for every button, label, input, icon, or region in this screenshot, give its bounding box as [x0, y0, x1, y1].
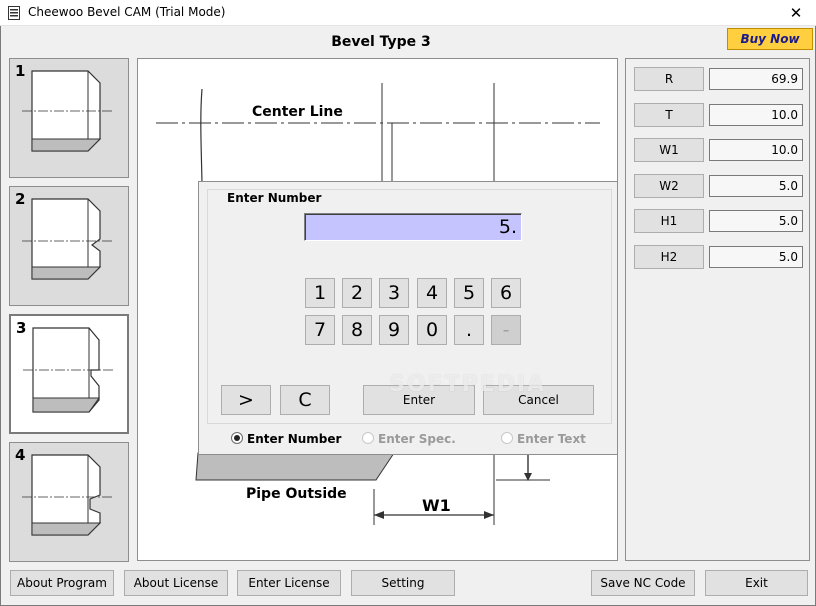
enter-number-group: Enter Number 5. 1 2 3 4 5 6 7 8 9 0 . - …	[207, 189, 612, 424]
key-3-button[interactable]: 3	[379, 278, 409, 308]
mode-enter-spec-radio[interactable]: Enter Spec.	[362, 432, 456, 446]
bevel-type-2-number: 2	[15, 190, 26, 208]
mode-enter-text-label: Enter Text	[517, 432, 586, 446]
bevel-type-1-tile[interactable]: 1	[9, 58, 129, 178]
key-minus-button[interactable]: -	[491, 315, 521, 345]
param-h1-button[interactable]: H1	[634, 209, 704, 233]
key-8-button[interactable]: 8	[342, 315, 372, 345]
param-h2-button[interactable]: H2	[634, 245, 704, 269]
close-icon[interactable]: ✕	[776, 0, 816, 26]
param-t-value[interactable]: 10.0	[709, 104, 803, 126]
param-h2-value[interactable]: 5.0	[709, 246, 803, 268]
about-license-button[interactable]: About License	[124, 570, 228, 596]
bevel-type-2-icon	[22, 198, 114, 280]
bevel-type-title: Bevel Type 3	[331, 34, 431, 50]
save-nc-code-button[interactable]: Save NC Code	[591, 570, 695, 596]
title-bar: Cheewoo Bevel CAM (Trial Mode) ✕	[0, 0, 816, 26]
clear-button[interactable]: C	[280, 385, 330, 415]
about-program-button[interactable]: About Program	[10, 570, 114, 596]
bevel-type-3-tile[interactable]: 3	[9, 314, 129, 434]
key-1-button[interactable]: 1	[305, 278, 335, 308]
bevel-type-4-tile[interactable]: 4	[9, 442, 129, 562]
parameter-panel: R 69.9 T 10.0 W1 10.0 W2 5.0 H1 5.0 H2 5…	[625, 58, 810, 561]
bevel-type-3-number: 3	[16, 319, 27, 337]
key-2-button[interactable]: 2	[342, 278, 372, 308]
key-4-button[interactable]: 4	[417, 278, 447, 308]
bevel-type-1-icon	[22, 70, 114, 152]
key-6-button[interactable]: 6	[491, 278, 521, 308]
param-h1-value[interactable]: 5.0	[709, 210, 803, 232]
radio-unselected-icon	[501, 432, 513, 444]
key-5-button[interactable]: 5	[454, 278, 484, 308]
bevel-type-1-number: 1	[15, 62, 26, 80]
bevel-type-4-number: 4	[15, 446, 26, 464]
bevel-drawing-area: Center Line Pipe Outside W1 Enter Number…	[137, 58, 618, 561]
app-document-icon	[8, 6, 20, 20]
w1-dimension-label: W1	[422, 496, 451, 515]
number-display: 5.	[304, 213, 522, 241]
param-w2-button[interactable]: W2	[634, 174, 704, 198]
param-w1-value[interactable]: 10.0	[709, 139, 803, 161]
key-decimal-button[interactable]: .	[454, 315, 484, 345]
mode-enter-text-radio[interactable]: Enter Text	[501, 432, 586, 446]
cancel-button[interactable]: Cancel	[483, 385, 594, 415]
exit-button[interactable]: Exit	[705, 570, 808, 596]
param-w2-value[interactable]: 5.0	[709, 175, 803, 197]
bevel-type-4-icon	[22, 454, 114, 536]
window-title: Cheewoo Bevel CAM (Trial Mode)	[28, 5, 226, 19]
param-r-button[interactable]: R	[634, 67, 704, 91]
mode-enter-spec-label: Enter Spec.	[378, 432, 456, 446]
enter-button[interactable]: Enter	[363, 385, 475, 415]
bevel-type-3-icon	[23, 327, 115, 413]
param-t-button[interactable]: T	[634, 103, 704, 127]
pipe-outside-label: Pipe Outside	[246, 486, 347, 502]
radio-selected-icon	[231, 432, 243, 444]
center-line-label: Center Line	[252, 104, 343, 120]
key-0-button[interactable]: 0	[417, 315, 447, 345]
key-7-button[interactable]: 7	[305, 315, 335, 345]
mode-enter-number-label: Enter Number	[247, 432, 342, 446]
enter-number-dialog: Enter Number 5. 1 2 3 4 5 6 7 8 9 0 . - …	[198, 181, 617, 455]
bevel-type-2-tile[interactable]: 2	[9, 186, 129, 306]
mode-enter-number-radio[interactable]: Enter Number	[231, 432, 341, 446]
param-r-value[interactable]: 69.9	[709, 68, 803, 90]
enter-license-button[interactable]: Enter License	[237, 570, 341, 596]
radio-unselected-icon	[362, 432, 374, 444]
enter-number-group-title: Enter Number	[224, 191, 325, 205]
setting-button[interactable]: Setting	[351, 570, 455, 596]
key-9-button[interactable]: 9	[379, 315, 409, 345]
next-button[interactable]: >	[221, 385, 271, 415]
param-w1-button[interactable]: W1	[634, 138, 704, 162]
main-window: Bevel Type 3 Buy Now 1 2 3 4 Center Line…	[0, 26, 816, 606]
buy-now-button[interactable]: Buy Now	[727, 28, 813, 50]
